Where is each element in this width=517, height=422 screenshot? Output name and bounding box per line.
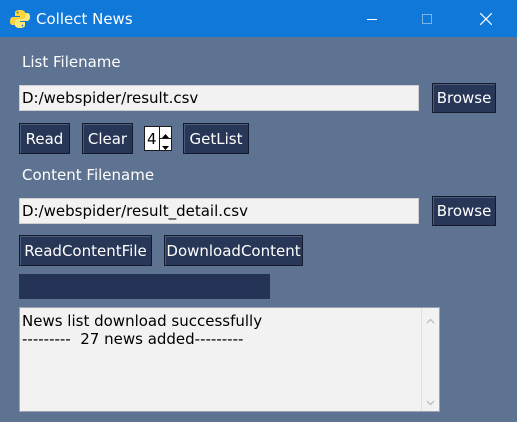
arrow-down-icon xyxy=(162,136,169,154)
scroll-down-button[interactable] xyxy=(422,392,439,409)
clear-button[interactable]: Clear xyxy=(82,123,133,154)
window-title: Collect News xyxy=(36,10,133,28)
content-filename-label: Content Filename xyxy=(22,166,155,184)
log-content: News list download successfully ---------… xyxy=(22,312,419,348)
read-button[interactable]: Read xyxy=(19,123,70,154)
vertical-scrollbar[interactable] xyxy=(421,308,439,411)
spin-down-button[interactable] xyxy=(160,139,171,151)
python-icon xyxy=(10,9,30,29)
title-bar[interactable]: Collect News xyxy=(0,0,517,37)
log-line: --------- 27 news added--------- xyxy=(22,330,244,348)
progress-bar xyxy=(19,274,270,299)
spinbox-value: 4 xyxy=(147,130,157,148)
minimize-button[interactable] xyxy=(349,0,395,37)
content-filename-field[interactable]: D:/webspider/result_detail.csv xyxy=(19,198,419,224)
log-line: News list download successfully xyxy=(22,312,263,330)
close-button[interactable] xyxy=(463,0,509,37)
minimize-icon xyxy=(367,14,377,24)
list-filename-label: List Filename xyxy=(22,53,121,71)
spinbox-arrows xyxy=(159,127,171,150)
chevron-up-icon xyxy=(426,310,435,328)
chevron-down-icon xyxy=(426,392,435,410)
maximize-button[interactable] xyxy=(404,0,450,37)
collect-news-window: Collect News List Filename D:/webspider/… xyxy=(0,0,517,422)
scroll-up-button[interactable] xyxy=(422,310,439,327)
log-textarea[interactable]: News list download successfully ---------… xyxy=(19,307,440,412)
list-filename-field[interactable]: D:/webspider/result.csv xyxy=(19,85,419,111)
getlist-button[interactable]: GetList xyxy=(183,123,249,154)
download-content-button[interactable]: DownloadContent xyxy=(164,235,303,266)
list-browse-button[interactable]: Browse xyxy=(432,83,496,113)
read-content-file-button[interactable]: ReadContentFile xyxy=(19,235,152,266)
close-icon xyxy=(480,12,492,25)
content-browse-button[interactable]: Browse xyxy=(432,196,496,226)
count-spinbox[interactable]: 4 xyxy=(144,126,172,151)
maximize-icon xyxy=(422,13,432,24)
